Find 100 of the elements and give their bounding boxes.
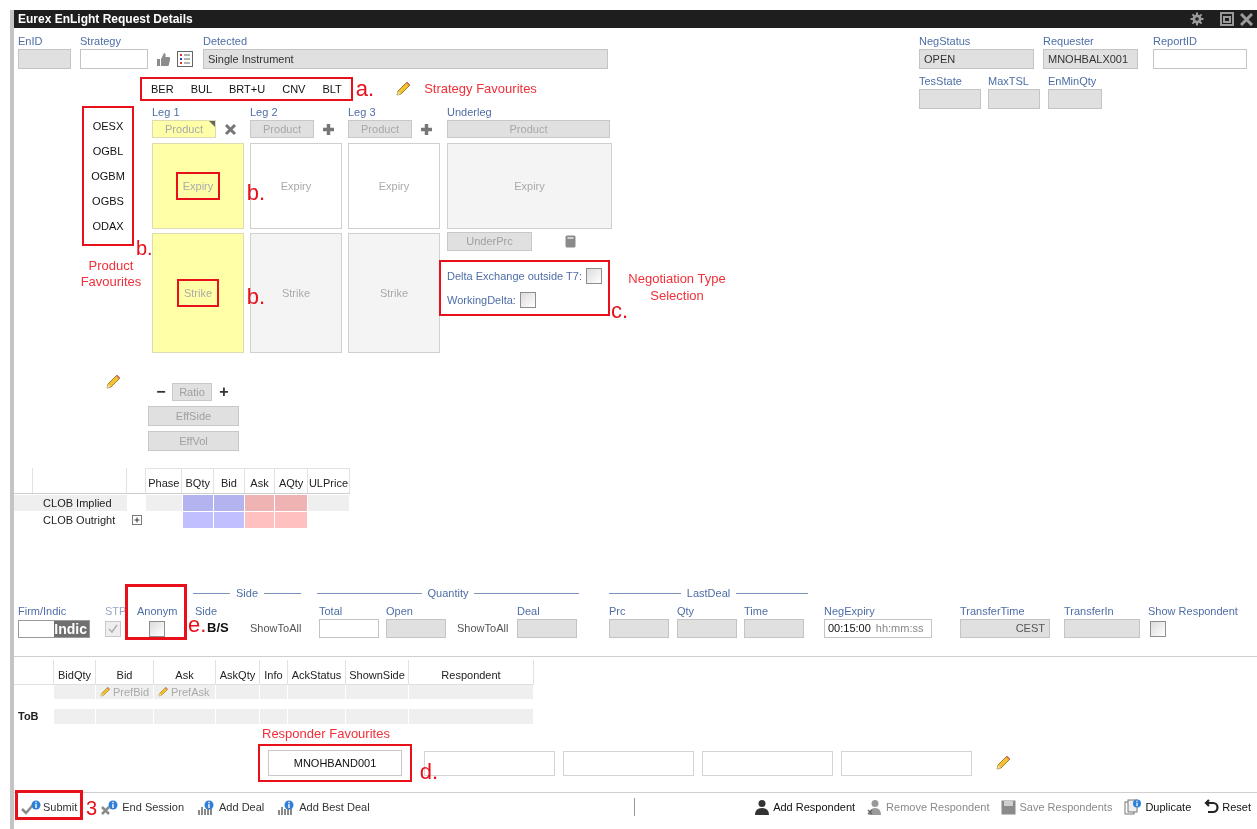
pencil-icon[interactable]	[99, 686, 111, 698]
toolbar-button[interactable]: Add Deal	[196, 798, 265, 816]
annotation-text: Product Favourites	[79, 258, 143, 290]
field-label: MaxTSL	[988, 75, 1030, 88]
input-field[interactable]: OPEN	[919, 49, 1034, 69]
field-label: Qty	[677, 604, 696, 618]
input-field[interactable]	[609, 619, 669, 638]
input-field[interactable]	[319, 619, 379, 638]
input-field[interactable]: Single Instrument	[203, 49, 608, 69]
field-label: TransferIn	[1064, 604, 1115, 618]
column-header: Ask	[154, 660, 216, 684]
column-header: Phase	[146, 468, 183, 493]
close-icon[interactable]	[1240, 12, 1253, 26]
input-field[interactable]	[677, 619, 737, 638]
group-heading: Quantity	[427, 587, 469, 600]
column-header: AskQty	[216, 660, 260, 684]
toolbar-button[interactable]: Add Respondent	[754, 798, 856, 816]
field-label: EnMinQty	[1048, 75, 1098, 88]
checkbox[interactable]	[585, 268, 602, 285]
product-favourite[interactable]: OGBL	[92, 144, 124, 158]
settings-icon[interactable]	[1190, 12, 1204, 26]
button-label: Add Deal	[219, 799, 265, 815]
add-icon[interactable]	[322, 122, 335, 136]
input-field[interactable]	[744, 619, 804, 638]
thumbs-up-icon[interactable]	[156, 51, 171, 67]
strike-label: Strike	[183, 285, 213, 301]
table-cell	[275, 512, 308, 528]
product-favourite[interactable]: ODAX	[92, 219, 124, 233]
input-field[interactable]	[919, 89, 981, 109]
toolbar-button[interactable]: Add Best Deal	[276, 798, 370, 816]
field-label: Deal	[517, 604, 541, 618]
input-field[interactable]	[18, 49, 71, 69]
option-label: WorkingDelta:	[447, 292, 516, 308]
time-value: 00:15:00	[828, 621, 871, 637]
checkbox[interactable]	[149, 621, 165, 637]
person-icon	[867, 799, 884, 815]
field-label: TesState	[919, 75, 963, 88]
pencil-icon[interactable]	[157, 686, 169, 698]
leg-label: Leg 3	[348, 105, 377, 119]
undo-icon	[1203, 799, 1220, 815]
input-field[interactable]: MNOHBALX001	[1043, 49, 1138, 69]
leg-label: Leg 1	[152, 105, 181, 119]
pencil-icon[interactable]	[394, 80, 413, 98]
input-field[interactable]	[1048, 89, 1102, 109]
table-cell	[14, 495, 34, 511]
field-label: Anonym	[137, 604, 179, 618]
button-label: Add Respondent	[773, 799, 856, 815]
product-favourite[interactable]: OGBS	[92, 194, 124, 208]
strategy-favourite[interactable]: BER	[151, 80, 174, 98]
input-field[interactable]	[988, 89, 1040, 109]
toolbar-button[interactable]: Reset	[1203, 798, 1251, 816]
time-field[interactable]: 00:15:00 hh:mm:ss	[824, 619, 932, 638]
product-favourite[interactable]: OESX	[92, 119, 124, 133]
restore-icon[interactable]	[1220, 12, 1234, 26]
input-field[interactable]	[386, 619, 446, 638]
button-label: Remove Respondent	[886, 799, 990, 815]
button-label: Submit	[43, 799, 78, 815]
column-header: ShownSide	[346, 660, 409, 684]
toolbar-button[interactable]: Duplicate	[1124, 798, 1192, 816]
preference-label: PrefAsk	[171, 684, 210, 700]
input-field[interactable]: CEST	[960, 619, 1050, 638]
pencil-icon[interactable]	[104, 373, 122, 391]
button-label: End Session	[122, 799, 184, 815]
checkbox[interactable]	[1150, 621, 1166, 637]
respondent-field[interactable]: MNOHBAND001	[268, 750, 402, 776]
toolbar-button[interactable]: Submit	[20, 798, 78, 816]
respondent-field[interactable]	[563, 750, 694, 776]
minus-button[interactable]: −	[152, 384, 170, 400]
strategy-favourite[interactable]: CNV	[282, 80, 306, 98]
input-field[interactable]	[80, 49, 148, 69]
field-label: Prc	[609, 604, 627, 618]
field-label: Open	[386, 604, 414, 618]
pencil-icon[interactable]	[994, 754, 1012, 772]
strategy-favourite[interactable]: BRT+U	[229, 80, 266, 98]
expand-icon[interactable]	[131, 515, 142, 525]
field-label: Time	[744, 604, 770, 618]
add-icon[interactable]	[420, 122, 433, 136]
plus-button[interactable]: +	[216, 384, 232, 400]
calculator-icon[interactable]	[565, 235, 576, 248]
toggle-switch[interactable]: Indic	[18, 620, 90, 638]
table-cell	[214, 512, 245, 528]
corner-marker-icon	[209, 121, 215, 127]
remove-icon[interactable]	[224, 122, 237, 136]
product-favourite[interactable]: OGBM	[91, 169, 125, 183]
input-field[interactable]	[1153, 49, 1247, 69]
toolbar-button[interactable]: End Session	[99, 798, 184, 816]
respondent-field[interactable]	[702, 750, 833, 776]
annotation-box	[15, 789, 83, 820]
annotation-text: 3	[86, 797, 98, 818]
field-label: TransferTime	[960, 604, 1026, 618]
list-icon[interactable]	[177, 51, 193, 67]
leg-label: Underleg	[447, 105, 493, 119]
input-field[interactable]	[1064, 619, 1140, 638]
input-field[interactable]	[517, 619, 577, 638]
respondent-field[interactable]	[841, 750, 972, 776]
strategy-favourite[interactable]: BUL	[190, 80, 213, 98]
field-label: Detected	[203, 35, 249, 48]
strategy-favourite[interactable]: BLT	[322, 80, 342, 98]
row-label: ToB	[17, 709, 40, 724]
checkbox[interactable]	[519, 291, 536, 308]
